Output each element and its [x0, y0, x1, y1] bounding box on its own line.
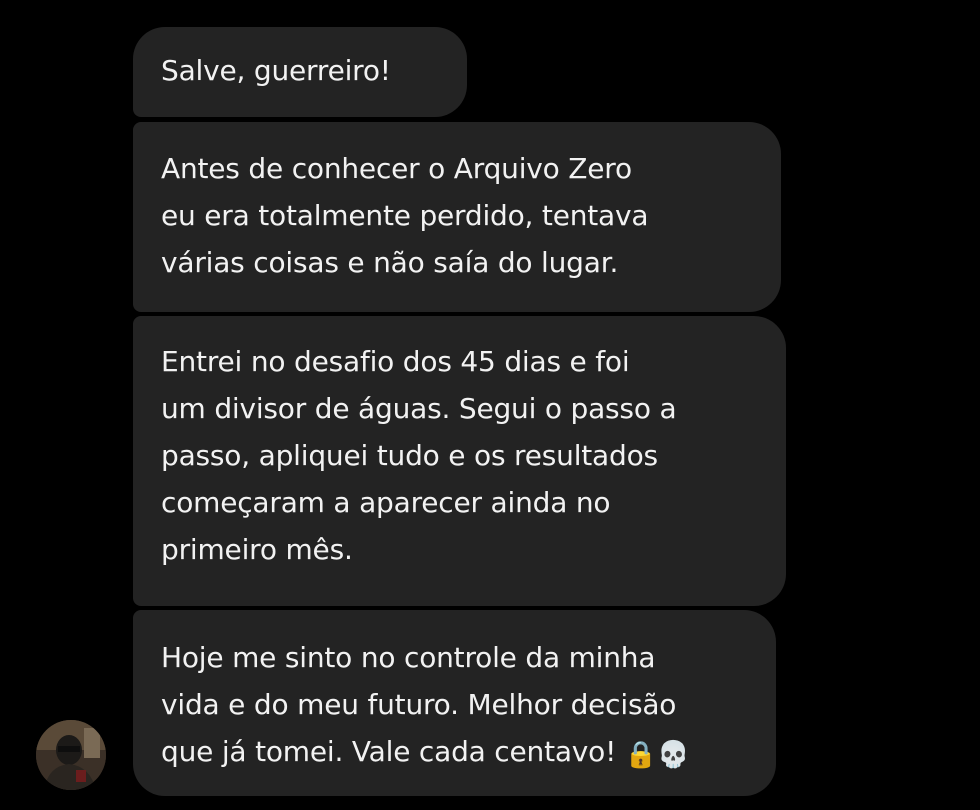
lock-icon: 🔒: [624, 740, 658, 770]
message-bubble[interactable]: Salve, guerreiro!: [133, 27, 467, 117]
message-bubble[interactable]: Hoje me sinto no controle da minha vida …: [133, 610, 776, 796]
message-text: Entrei no desafio dos 45 dias e foi um d…: [161, 345, 677, 566]
message-text: Salve, guerreiro!: [161, 54, 391, 87]
sender-avatar[interactable]: [36, 720, 106, 790]
message-bubble[interactable]: Entrei no desafio dos 45 dias e foi um d…: [133, 316, 786, 606]
avatar-image: [36, 720, 106, 790]
message-bubble[interactable]: Antes de conhecer o Arquivo Zero eu era …: [133, 122, 781, 312]
skull-icon: 💀: [657, 740, 690, 770]
chat-thread: Salve, guerreiro! Antes de conhecer o Ar…: [0, 0, 980, 810]
message-text: Hoje me sinto no controle da minha vida …: [161, 641, 677, 768]
message-text: Antes de conhecer o Arquivo Zero eu era …: [161, 152, 649, 279]
